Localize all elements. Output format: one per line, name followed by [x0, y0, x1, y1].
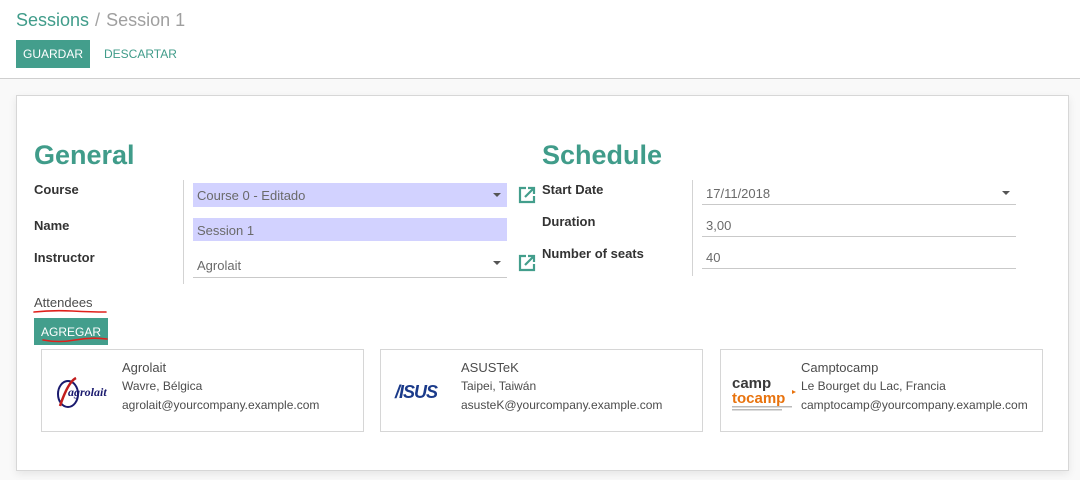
- agrolait-logo-text: agrolait: [68, 385, 107, 399]
- general-divider: [183, 180, 184, 284]
- attendee-card-agrolait[interactable]: agrolait Agrolait Wavre, Bélgica agrolai…: [41, 349, 364, 432]
- attendee-name: Agrolait: [122, 360, 167, 375]
- control-panel: Sessions / Session 1 GUARDAR DESCARTAR: [0, 0, 1080, 79]
- agrolait-logo: agrolait: [50, 364, 122, 420]
- attendee-name: ASUSTeK: [461, 360, 519, 375]
- attendees-label: Attendees: [34, 295, 93, 310]
- seats-value: 40: [706, 250, 721, 265]
- save-button[interactable]: GUARDAR: [16, 40, 90, 68]
- general-title: General: [34, 140, 135, 170]
- duration-label: Duration: [542, 214, 596, 229]
- chevron-down-icon: [1002, 191, 1010, 195]
- duration-value: 3,00: [706, 218, 732, 233]
- attendee-card-camptocamp[interactable]: camp tocamp Camptocamp Le Bourget du Lac…: [720, 349, 1043, 432]
- camptocamp-logo-bottom: tocamp: [732, 390, 785, 407]
- chevron-down-icon: [493, 261, 501, 265]
- asus-logo-text: /ISUS: [394, 382, 438, 402]
- breadcrumb-sessions-link[interactable]: Sessions: [16, 10, 89, 30]
- breadcrumb-separator: /: [95, 10, 101, 30]
- instructor-label: Instructor: [34, 250, 95, 265]
- add-attendee-button[interactable]: AGREGAR: [34, 318, 108, 345]
- start-date-value: 17/11/2018: [706, 186, 771, 201]
- breadcrumb: Sessions / Session 1: [16, 10, 185, 31]
- attendee-email: camptocamp@yourcompany.example.com: [801, 398, 1028, 412]
- asus-logo: /ISUS: [389, 364, 461, 420]
- external-link-icon[interactable]: [517, 185, 537, 205]
- start-date-label: Start Date: [542, 182, 604, 197]
- camptocamp-logo: camp tocamp: [729, 364, 801, 420]
- course-field[interactable]: Course 0 - Editado: [193, 183, 507, 207]
- instructor-field[interactable]: Agrolait: [193, 251, 507, 278]
- attendee-email: agrolait@yourcompany.example.com: [122, 398, 320, 412]
- name-label: Name: [34, 218, 70, 233]
- breadcrumb-current: Session 1: [106, 10, 186, 30]
- attendee-card-asustek[interactable]: /ISUS ASUSTeK Taipei, Taiwán asusteK@you…: [380, 349, 703, 432]
- duration-field[interactable]: 3,00: [702, 213, 1016, 237]
- attendee-address: Taipei, Taiwán: [461, 379, 537, 393]
- start-date-field[interactable]: 17/11/2018: [702, 181, 1016, 205]
- attendee-address: Wavre, Bélgica: [122, 379, 203, 393]
- form-sheet: General Course Course 0 - Editado Name S…: [16, 95, 1069, 471]
- discard-button[interactable]: DESCARTAR: [98, 40, 183, 68]
- chevron-down-icon: [493, 193, 501, 197]
- name-value: Session 1: [197, 223, 255, 238]
- course-label: Course: [34, 182, 79, 197]
- course-value: Course 0 - Editado: [197, 188, 306, 203]
- external-link-icon[interactable]: [517, 253, 537, 273]
- attendee-address: Le Bourget du Lac, Francia: [801, 379, 946, 393]
- schedule-divider: [692, 180, 693, 276]
- seats-field[interactable]: 40: [702, 245, 1016, 269]
- seats-label: Number of seats: [542, 246, 644, 261]
- attendee-email: asusteK@yourcompany.example.com: [461, 398, 663, 412]
- instructor-value: Agrolait: [197, 258, 242, 273]
- name-field[interactable]: Session 1: [193, 218, 507, 241]
- schedule-title: Schedule: [542, 140, 663, 170]
- attendee-name: Camptocamp: [801, 360, 879, 375]
